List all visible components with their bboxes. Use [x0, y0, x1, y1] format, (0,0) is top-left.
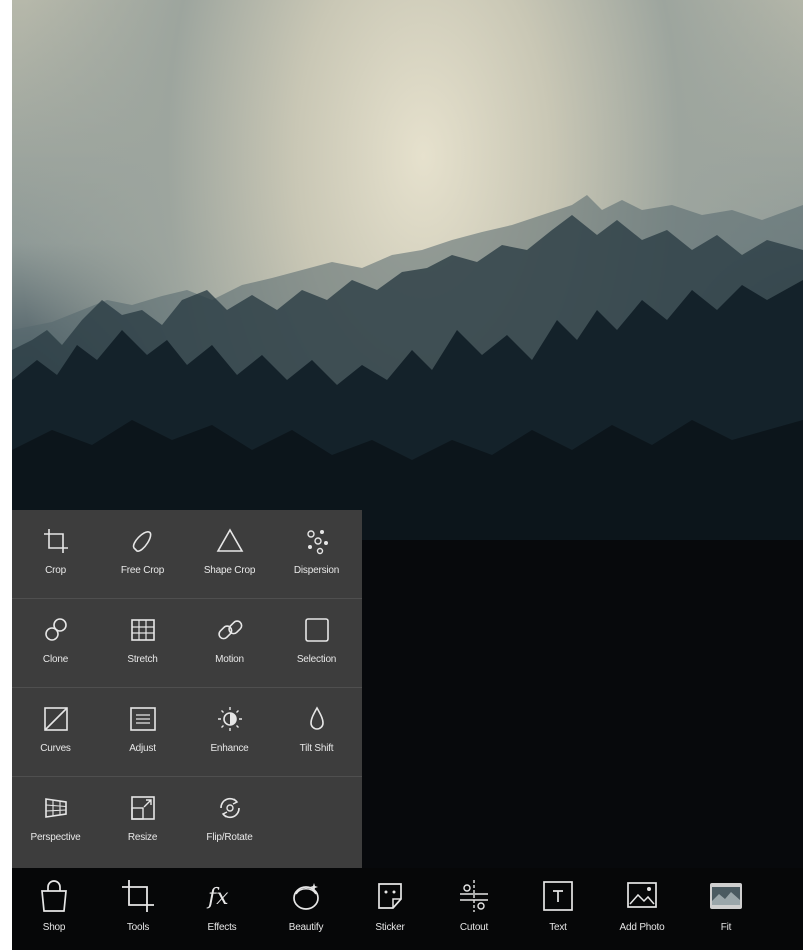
tools-row-2: Clone Stretch Motion Selection [12, 599, 362, 688]
bottom-item-text-label: Text [549, 922, 567, 933]
stretch-icon [130, 619, 155, 641]
tool-tilt-shift[interactable]: Tilt Shift [273, 688, 360, 777]
bottom-item-effects-label: Effects [207, 922, 237, 933]
bottom-item-tools-label: Tools [126, 922, 150, 933]
bottom-item-sticker[interactable]: Sticker [348, 868, 432, 950]
bottom-item-shop-label: Shop [42, 922, 66, 933]
tool-flip-rotate[interactable]: Flip/Rotate [186, 777, 273, 866]
bottom-item-beautify[interactable]: Beautify [264, 868, 348, 950]
tool-resize-label: Resize [127, 832, 158, 843]
tool-resize[interactable]: Resize [99, 777, 186, 866]
free-crop-icon [132, 531, 151, 552]
bottom-item-add-photo-label: Add Photo [619, 922, 665, 933]
flip-rotate-icon [219, 797, 240, 819]
enhance-icon [217, 707, 242, 731]
shape-crop-icon [216, 528, 243, 552]
tool-stretch-label: Stretch [127, 654, 158, 665]
bottom-item-add-photo[interactable]: Add Photo [600, 868, 684, 950]
bottom-toolbar: Shop Tools fx Effects Beautify Sticker C… [12, 868, 803, 950]
tools-panel: Crop Free Crop Shape Crop Dispersion Clo… [12, 510, 362, 868]
bottom-item-beautify-label: Beautify [288, 922, 324, 933]
clone-icon [44, 618, 67, 641]
bottom-item-tools[interactable]: Tools [96, 868, 180, 950]
crop-icon [43, 529, 68, 553]
tool-selection-label: Selection [296, 654, 337, 665]
perspective-icon [44, 798, 67, 818]
tilt-shift-icon [309, 706, 324, 730]
tool-stretch[interactable]: Stretch [99, 599, 186, 688]
tool-crop-label: Crop [45, 565, 66, 576]
bottom-item-effects[interactable]: fx Effects [180, 868, 264, 950]
tool-curves[interactable]: Curves [12, 688, 99, 777]
tool-dispersion-label: Dispersion [293, 565, 340, 576]
tool-crop[interactable]: Crop [12, 510, 99, 599]
resize-icon [130, 796, 155, 820]
sticker-icon [378, 883, 402, 909]
tool-clone[interactable]: Clone [12, 599, 99, 688]
tools-row-1: Crop Free Crop Shape Crop Dispersion [12, 510, 362, 599]
tool-flip-rotate-label: Flip/Rotate [206, 832, 253, 843]
tool-motion[interactable]: Motion [186, 599, 273, 688]
bottom-item-text[interactable]: Text [516, 868, 600, 950]
tools-row-3: Curves Adjust Enhance Tilt Shift [12, 688, 362, 777]
tool-enhance[interactable]: Enhance [186, 688, 273, 777]
cutout-icon [460, 880, 488, 912]
tool-shape-crop-label: Shape Crop [203, 565, 256, 576]
tool-perspective[interactable]: Perspective [12, 777, 99, 866]
tool-perspective-label: Perspective [30, 832, 81, 843]
svg-text:fx: fx [206, 885, 229, 910]
tool-tilt-shift-label: Tilt Shift [299, 743, 334, 754]
tool-selection[interactable]: Selection [273, 599, 360, 688]
fit-icon [710, 883, 742, 909]
tool-motion-label: Motion [215, 654, 244, 665]
bottom-item-shop[interactable]: Shop [12, 868, 96, 950]
bottom-item-cutout[interactable]: Cutout [432, 868, 516, 950]
crop-tools-icon [122, 880, 154, 912]
bottom-item-fit-label: Fit [720, 922, 732, 933]
curves-icon [43, 707, 68, 731]
shop-bag-icon [41, 880, 67, 912]
tool-dispersion[interactable]: Dispersion [273, 510, 360, 599]
tool-free-crop[interactable]: Free Crop [99, 510, 186, 599]
tool-shape-crop[interactable]: Shape Crop [186, 510, 273, 599]
tool-clone-label: Clone [42, 654, 69, 665]
bottom-item-fit[interactable]: Fit [684, 868, 768, 950]
tools-row-4: Perspective Resize Flip/Rotate [12, 777, 362, 866]
dispersion-icon [306, 530, 328, 555]
motion-icon [217, 620, 242, 640]
beautify-icon [293, 883, 319, 910]
tool-adjust-label: Adjust [129, 743, 156, 754]
fx-icon: fx [206, 885, 229, 910]
bottom-item-sticker-label: Sticker [375, 922, 405, 933]
tool-enhance-label: Enhance [210, 743, 249, 754]
selection-icon [304, 618, 329, 642]
tool-free-crop-label: Free Crop [120, 565, 165, 576]
tool-curves-label: Curves [40, 743, 71, 754]
adjust-icon [129, 707, 156, 731]
add-photo-icon [627, 882, 657, 908]
bottom-item-cutout-label: Cutout [459, 922, 489, 933]
tool-adjust[interactable]: Adjust [99, 688, 186, 777]
text-icon [543, 881, 573, 911]
